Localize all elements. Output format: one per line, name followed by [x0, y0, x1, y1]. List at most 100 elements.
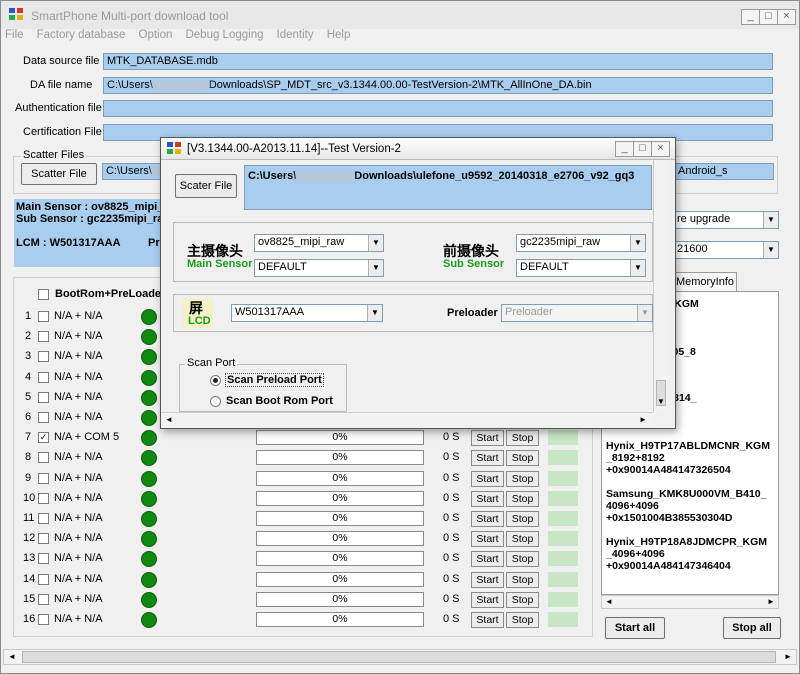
dialog-hscroll[interactable]: ◄ ► [161, 412, 653, 426]
port-checkbox[interactable] [38, 553, 49, 564]
port-checkbox[interactable] [38, 533, 49, 544]
port-progress-bar: 0% [256, 471, 424, 486]
scan-bootrom-radio[interactable] [210, 396, 221, 407]
main-sensor-select[interactable]: ov8825_mipi_raw ▼ [254, 234, 384, 252]
arrow-left-icon[interactable]: ◄ [5, 651, 19, 663]
port-start-button[interactable]: Start [471, 450, 504, 466]
port-result-indicator [548, 491, 578, 506]
port-number: 9 [25, 472, 32, 484]
lcm-info: LCM : W501317AAA [16, 237, 121, 249]
port-checkbox[interactable] [38, 513, 49, 524]
port-checkbox[interactable] [38, 574, 49, 585]
arrow-right-icon[interactable]: ► [781, 651, 795, 663]
memory-info-hscroll[interactable]: ◄ ► [601, 595, 779, 609]
main-sensor-default-select[interactable]: DEFAULT ▼ [254, 259, 384, 277]
memory-entry[interactable]: Samsung_KMK8U000VM_B410_ 4096+4096 +0x1501… [606, 488, 766, 524]
port-checkbox[interactable] [38, 452, 49, 463]
start-all-button[interactable]: Start all [605, 617, 665, 639]
port-checkbox[interactable] [38, 412, 49, 423]
port-start-button[interactable]: Start [471, 511, 504, 527]
arrow-right-icon[interactable]: ► [637, 414, 649, 426]
maximize-button[interactable]: □ [759, 9, 778, 25]
port-start-button[interactable]: Start [471, 572, 504, 588]
menu-factory-database[interactable]: Factory database [37, 29, 126, 41]
stop-all-button[interactable]: Stop all [723, 617, 781, 639]
menu-debug-logging[interactable]: Debug Logging [185, 29, 263, 41]
port-number: 10 [23, 492, 36, 504]
arrow-right-icon[interactable]: ► [764, 596, 778, 608]
port-checkbox[interactable] [38, 311, 49, 322]
port-checkbox[interactable] [38, 372, 49, 383]
dialog-vscroll[interactable] [653, 160, 667, 412]
menu-identity[interactable]: Identity [277, 29, 314, 41]
port-start-button[interactable]: Start [471, 471, 504, 487]
port-result-indicator [548, 430, 578, 445]
port-stop-button[interactable]: Stop [506, 572, 539, 588]
scatter-path-field[interactable]: C:\Users\ [102, 163, 168, 180]
port-start-button[interactable]: Start [471, 430, 504, 446]
arrow-left-icon[interactable]: ◄ [602, 596, 616, 608]
tab-memory-info[interactable]: MemoryInfo [673, 272, 737, 292]
port-label: N/A + N/A [54, 350, 103, 362]
scan-bootrom-label[interactable]: Scan Boot Rom Port [226, 395, 333, 407]
port-stop-button[interactable]: Stop [506, 491, 539, 507]
port-checkbox[interactable] [38, 392, 49, 403]
port-start-button[interactable]: Start [471, 551, 504, 567]
arrow-down-icon[interactable]: ▼ [655, 396, 667, 408]
sub-sensor-value: gc2235mipi_raw [520, 236, 601, 248]
memory-entry[interactable]: Hynix_H9TP18A8JDMCPR_KGM _4096+4096 +0x900… [606, 536, 767, 572]
dialog-maximize-button[interactable]: □ [633, 141, 652, 157]
port-start-button[interactable]: Start [471, 531, 504, 547]
port-stop-button[interactable]: Stop [506, 531, 539, 547]
port-number: 4 [25, 371, 32, 383]
preloader-select[interactable]: Preloader ▼ [501, 304, 653, 322]
menu-file[interactable]: File [5, 29, 24, 41]
data-source-field[interactable]: MTK_DATABASE.mdb [103, 53, 773, 70]
scan-preload-label[interactable]: Scan Preload Port [225, 373, 324, 387]
close-button[interactable]: × [777, 9, 796, 25]
port-result-indicator [548, 450, 578, 465]
dialog-scatter-file-button[interactable]: Scater File [175, 174, 237, 198]
sub-sensor-default-select[interactable]: DEFAULT ▼ [516, 259, 646, 277]
bootrom-preloader-checkbox[interactable] [38, 289, 49, 300]
port-stop-button[interactable]: Stop [506, 551, 539, 567]
scroll-thumb[interactable] [22, 651, 776, 663]
sub-sensor-select[interactable]: gc2235mipi_raw ▼ [516, 234, 646, 252]
port-status-led [141, 592, 157, 608]
dialog-minimize-button[interactable]: _ [615, 141, 634, 157]
auth-file-field[interactable] [103, 100, 773, 117]
chevron-down-icon: ▼ [763, 242, 778, 258]
port-checkbox[interactable] [38, 614, 49, 625]
port-checkbox[interactable] [38, 493, 49, 504]
scan-preload-radio[interactable] [210, 375, 221, 386]
port-stop-button[interactable]: Stop [506, 450, 539, 466]
port-checkbox[interactable] [38, 331, 49, 342]
lcd-select[interactable]: W501317AAA ▼ [231, 304, 383, 322]
menu-option[interactable]: Option [139, 29, 173, 41]
scatter-file-button[interactable]: Scatter File [21, 163, 97, 185]
port-stop-button[interactable]: Stop [506, 612, 539, 628]
port-elapsed-time: 0 S [443, 552, 460, 564]
main-hscroll[interactable]: ◄ ► [3, 649, 797, 665]
port-start-button[interactable]: Start [471, 592, 504, 608]
port-stop-button[interactable]: Stop [506, 430, 539, 446]
menu-help[interactable]: Help [327, 29, 351, 41]
port-stop-button[interactable]: Stop [506, 511, 539, 527]
port-checkbox[interactable] [38, 351, 49, 362]
port-status-led [141, 370, 157, 386]
port-stop-button[interactable]: Stop [506, 592, 539, 608]
da-file-field[interactable]: C:\Users\ Downloads\SP_MDT_src_v3.1344.00… [103, 77, 773, 94]
arrow-left-icon[interactable]: ◄ [163, 414, 175, 426]
port-stop-button[interactable]: Stop [506, 471, 539, 487]
port-start-button[interactable]: Start [471, 612, 504, 628]
baud-rate-select[interactable]: 21600 ▼ [673, 241, 779, 259]
minimize-button[interactable]: _ [741, 9, 760, 25]
port-start-button[interactable]: Start [471, 491, 504, 507]
dialog-scatter-path-field[interactable]: C:\Users\ Downloads\ulefone_u9592_2014031… [244, 165, 652, 210]
upgrade-mode-select[interactable]: re upgrade ▼ [673, 211, 779, 229]
port-checkbox[interactable]: ✓ [38, 432, 49, 443]
port-checkbox[interactable] [38, 473, 49, 484]
dialog-close-button[interactable]: × [651, 141, 670, 157]
memory-entry[interactable]: Hynix_H9TP17ABLDMCNR_KGM _8192+8192 +0x900… [606, 440, 770, 476]
port-checkbox[interactable] [38, 594, 49, 605]
